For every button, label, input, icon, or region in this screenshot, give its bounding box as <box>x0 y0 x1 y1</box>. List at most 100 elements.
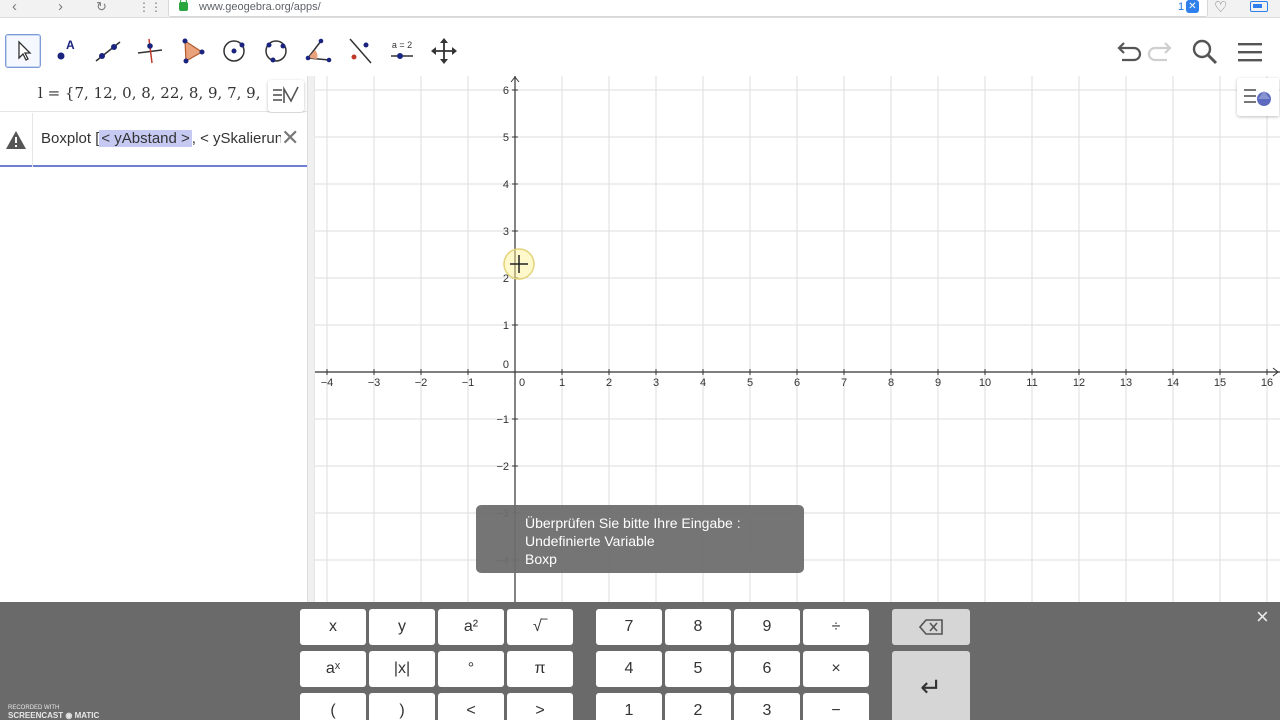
svg-text:a = 2: a = 2 <box>392 40 412 50</box>
x-tick-label: 0 <box>519 377 525 389</box>
menu-icon <box>1238 43 1262 62</box>
perpendicular-icon <box>137 38 163 64</box>
key-backspace[interactable] <box>892 609 970 645</box>
search-button[interactable] <box>1189 36 1221 68</box>
slider-tool[interactable]: a = 2 <box>384 34 420 68</box>
apps-grid-icon[interactable]: ⋮⋮ <box>138 0 162 16</box>
key-5[interactable]: 5 <box>665 651 731 687</box>
key-6[interactable]: 6 <box>734 651 800 687</box>
x-tick-label: −1 <box>462 377 475 389</box>
list-definition: l = {7, 12, 0, 8, 22, 8, 9, 7, 9, 8 <box>38 84 264 102</box>
reload-icon[interactable]: ↻ <box>96 0 107 16</box>
key-power[interactable]: aˣ <box>300 651 366 687</box>
algebra-input-row[interactable]: Boxplot [< yAbstand >, < ySkalierung > ✕ <box>0 113 307 167</box>
algebra-row-list[interactable]: l = {7, 12, 0, 8, 22, 8, 9, 7, 9, 8 <box>0 76 307 112</box>
x-tick-label: 13 <box>1120 377 1132 389</box>
y-tick-label: 0 <box>503 359 509 371</box>
key-minus[interactable]: − <box>803 693 869 720</box>
key-1[interactable]: 1 <box>596 693 662 720</box>
key-enter[interactable]: ↵ <box>892 651 970 720</box>
angle-tool[interactable] <box>300 34 336 68</box>
key-degree[interactable]: ° <box>438 651 504 687</box>
input-prefix: Boxplot [ <box>41 130 100 147</box>
move-graphics-view-tool[interactable] <box>426 34 462 68</box>
circle-three-points-icon <box>265 40 287 63</box>
cursor-arrow-icon <box>18 40 32 61</box>
x-tick-label: 9 <box>935 377 941 389</box>
error-toast: Überprüfen Sie bitte Ihre Eingabe : Unde… <box>476 505 804 573</box>
input-suffix: , < ySkalierung > <box>191 130 281 147</box>
key-less-than[interactable]: < <box>438 693 504 720</box>
reflect-icon <box>349 38 372 64</box>
key-close-paren[interactable]: ) <box>369 693 435 720</box>
key-abs[interactable]: |x| <box>369 651 435 687</box>
x-tick-label: 7 <box>841 377 847 389</box>
recording-watermark: RECORDED WITH SCREENCAST ◉ MATIC <box>8 705 100 720</box>
x-tick-label: 6 <box>794 377 800 389</box>
redo-button[interactable] <box>1146 36 1178 68</box>
watermark-line-3: MATIC <box>74 711 100 720</box>
key-y[interactable]: y <box>369 609 435 645</box>
svg-text:A: A <box>66 38 75 52</box>
polygon-tool[interactable] <box>174 34 210 68</box>
virtual-keyboard: × x y a² √‾ 7 8 9 ÷ aˣ |x| ° π 4 5 6 × ↵… <box>0 602 1280 720</box>
extension-icon[interactable]: ✕ <box>1186 0 1199 13</box>
point-tool[interactable]: A <box>48 34 84 68</box>
x-tick-label: −4 <box>321 377 334 389</box>
algebra-style-icon <box>273 86 299 103</box>
perpendicular-line-tool[interactable] <box>132 34 168 68</box>
toast-line-1: Überprüfen Sie bitte Ihre Eingabe : <box>525 515 741 531</box>
key-sqrt[interactable]: √‾ <box>507 609 573 645</box>
circle-three-points-tool[interactable] <box>258 34 294 68</box>
x-tick-label: 8 <box>888 377 894 389</box>
graphics-style-toggle[interactable] <box>1237 78 1279 116</box>
back-icon[interactable]: ‹ <box>12 0 17 16</box>
search-icon <box>1192 39 1218 65</box>
key-3[interactable]: 3 <box>734 693 800 720</box>
redo-icon <box>1147 42 1172 62</box>
key-2[interactable]: 2 <box>665 693 731 720</box>
key-open-paren[interactable]: ( <box>300 693 366 720</box>
key-4[interactable]: 4 <box>596 651 662 687</box>
key-divide[interactable]: ÷ <box>803 609 869 645</box>
key-pi[interactable]: π <box>507 651 573 687</box>
undo-button[interactable] <box>1111 36 1143 68</box>
battery-icon <box>1250 1 1268 12</box>
key-7[interactable]: 7 <box>596 609 662 645</box>
graphics-style-icon <box>1244 89 1271 106</box>
x-tick-label: 2 <box>606 377 612 389</box>
key-x[interactable]: x <box>300 609 366 645</box>
x-tick-label: 12 <box>1073 377 1085 389</box>
forward-icon[interactable]: › <box>58 0 63 16</box>
point-icon: A <box>57 38 75 60</box>
circle-center-icon <box>223 40 245 62</box>
reflect-tool[interactable] <box>342 34 378 68</box>
key-greater-than[interactable]: > <box>507 693 573 720</box>
x-tick-label: 15 <box>1214 377 1226 389</box>
extension-count: 1 <box>1178 1 1185 13</box>
menu-button[interactable] <box>1234 36 1266 68</box>
address-bar[interactable]: www.geogebra.org/apps/ <box>168 0 1208 17</box>
circle-center-tool[interactable] <box>216 34 252 68</box>
key-9[interactable]: 9 <box>734 609 800 645</box>
y-tick-label: −1 <box>496 414 509 426</box>
algebra-input[interactable]: Boxplot [< yAbstand >, < ySkalierung > <box>41 130 281 147</box>
heart-icon[interactable]: ♡ <box>1214 0 1227 16</box>
key-square[interactable]: a² <box>438 609 504 645</box>
key-multiply[interactable]: × <box>803 651 869 687</box>
x-tick-label: 4 <box>700 377 706 389</box>
y-tick-label: 5 <box>503 132 509 144</box>
watermark-line-2: SCREENCAST <box>8 711 64 720</box>
line-tool[interactable] <box>90 34 126 68</box>
close-icon[interactable]: ✕ <box>281 127 299 149</box>
warning-cell <box>0 113 33 167</box>
key-8[interactable]: 8 <box>665 609 731 645</box>
x-tick-label: 14 <box>1167 377 1179 389</box>
move-tool[interactable] <box>5 34 41 68</box>
y-tick-label: 3 <box>503 226 509 238</box>
keyboard-close-icon[interactable]: × <box>1256 604 1269 630</box>
toast-line-3: Boxp <box>525 551 557 567</box>
view-divider[interactable] <box>307 76 315 602</box>
toast-line-2: Undefinierte Variable <box>525 533 655 549</box>
algebra-style-toggle[interactable] <box>268 80 304 112</box>
